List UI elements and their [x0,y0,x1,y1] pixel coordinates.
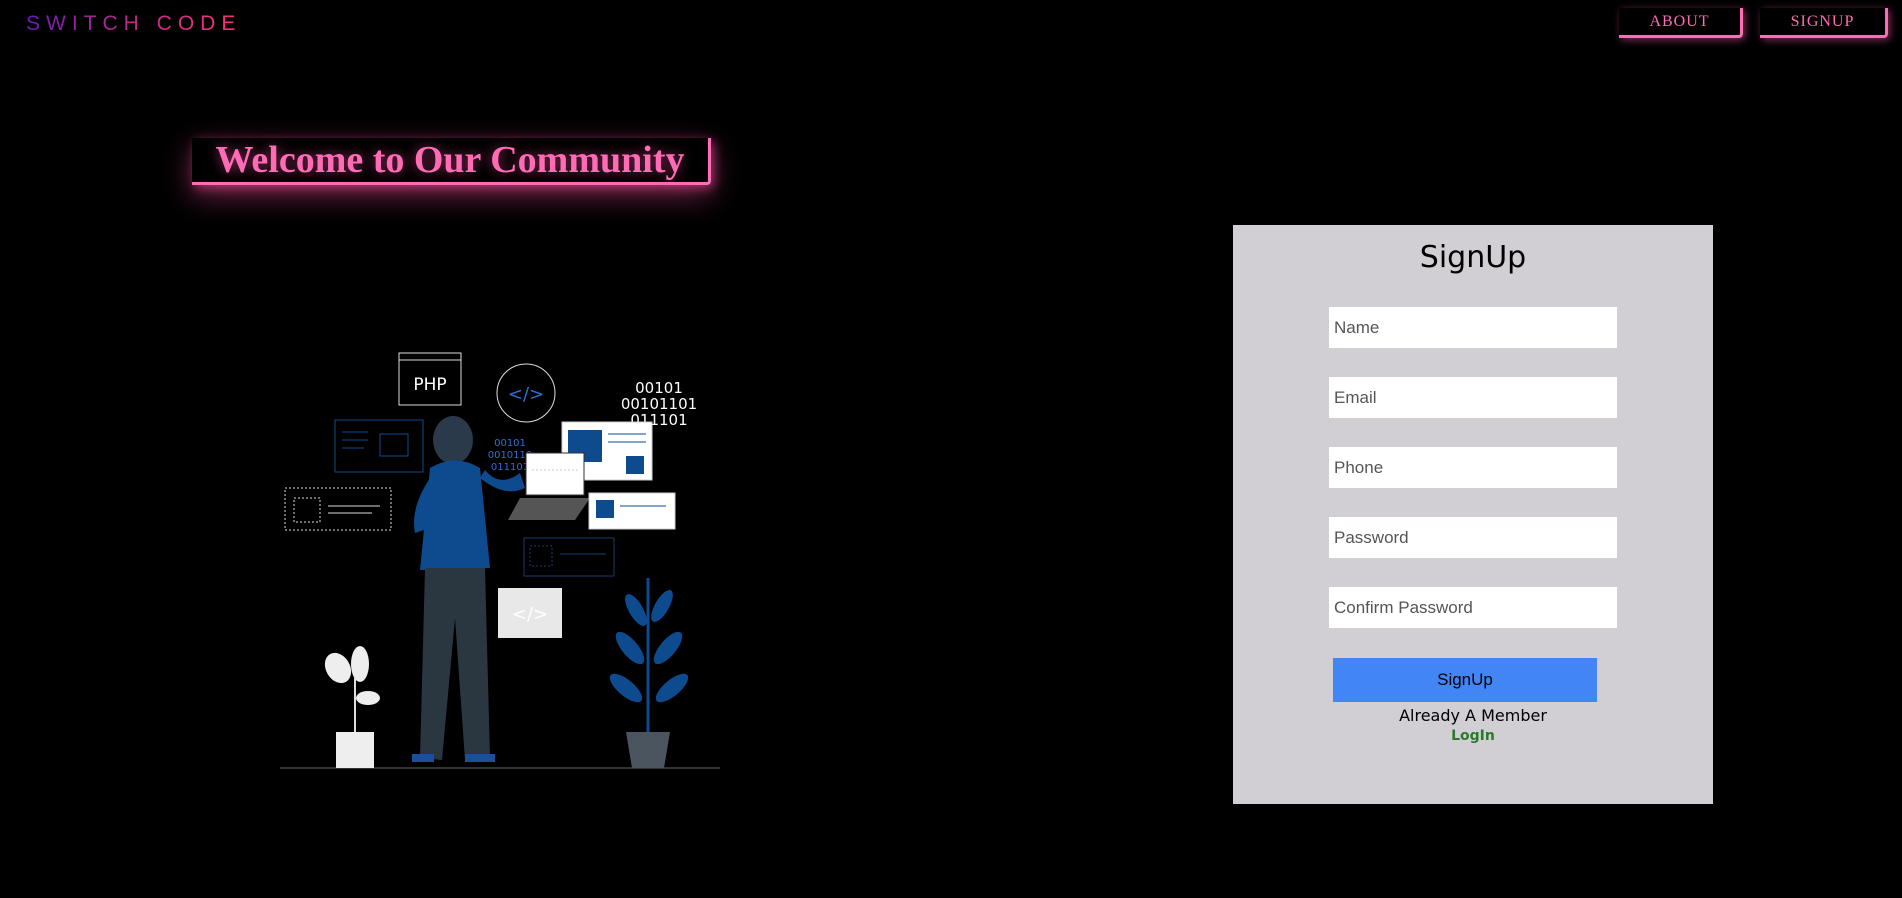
brand-logo[interactable]: SWITCH CODE [26,12,241,36]
phone-input[interactable] [1329,447,1617,488]
signup-card: SignUp SignUp Already A Member LogIn [1233,225,1713,804]
name-input[interactable] [1329,307,1617,348]
login-link[interactable]: LogIn [1233,728,1713,744]
code-bubble-icon: </> [496,363,556,423]
image-panel-icon [334,419,424,473]
svg-text:</>: </> [508,384,544,405]
developer-illustration: PHP </> 00101 00101101 011101 00101 0010… [280,352,720,769]
svg-text:</>: </> [512,604,548,625]
svg-text:011101: 011101 [491,462,529,473]
already-member-text: Already A Member [1399,706,1547,725]
php-window-icon: PHP [398,352,462,406]
white-plant-icon [324,646,380,768]
welcome-heading: Welcome to Our Community [192,138,711,185]
password-input[interactable] [1329,517,1617,558]
code-box-icon: </> [498,588,562,638]
email-input[interactable] [1329,377,1617,418]
svg-text:00101: 00101 [494,438,526,449]
nav-about-button[interactable]: ABOUT [1619,8,1743,38]
blue-plant-icon [609,578,689,768]
card-panel-icon [588,492,676,530]
dotted-panel-icon [284,487,392,531]
dark-panel-icon [523,537,615,577]
confirm-password-input[interactable] [1329,587,1617,628]
nav-signup-button[interactable]: SIGNUP [1760,8,1888,38]
signup-title: SignUp [1419,240,1527,275]
svg-text:PHP: PHP [413,375,446,395]
signup-submit-button[interactable]: SignUp [1333,658,1597,702]
